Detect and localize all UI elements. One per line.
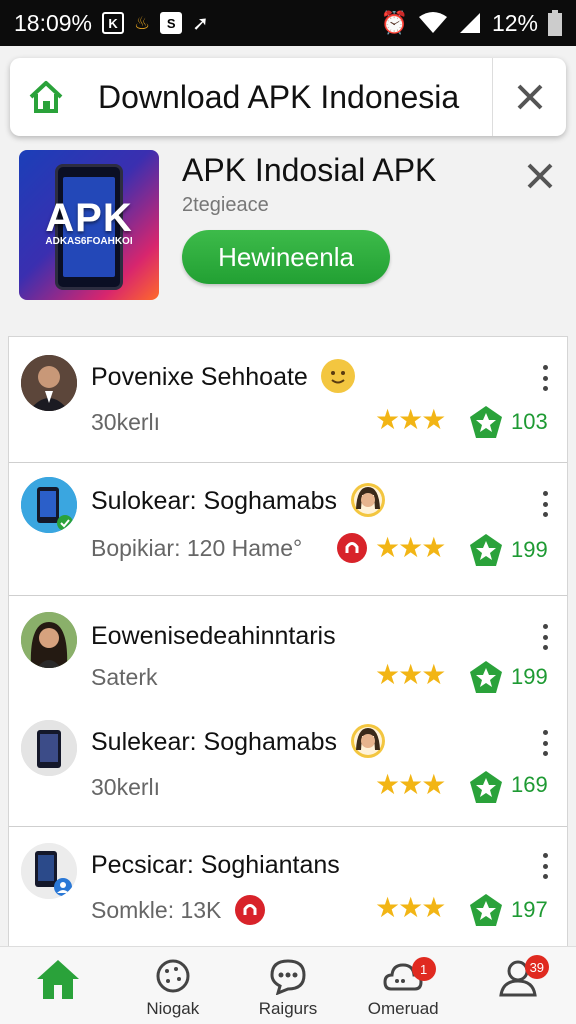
bottom-navigation: Niogak Raigurs 1 Omeruad 39 [0, 946, 576, 1024]
more-menu-button[interactable] [539, 853, 551, 879]
alarm-icon: ⏰ [380, 10, 408, 35]
list-item-title: Pecsicar: Soghiantans [91, 851, 340, 879]
phone-avatar [21, 477, 77, 533]
star-badge-icon [470, 771, 502, 803]
list-item-count: 199 [511, 537, 548, 562]
close-icon [527, 163, 553, 189]
no-entry-icon [235, 895, 265, 925]
list-item-subtitle: Saterk [91, 664, 158, 690]
more-menu-button[interactable] [539, 365, 551, 391]
rating-stars: ★★★ [375, 659, 446, 690]
search-title[interactable]: Download APK Indonesia [82, 79, 492, 116]
list-item-count: 197 [511, 897, 548, 922]
list-item-subtitle: Somkle: 13K [91, 897, 222, 923]
nav-omeruad-label: Omeruad [367, 999, 439, 1018]
list-item-count: 103 [511, 409, 548, 434]
rating-stars: ★★★ [375, 404, 446, 435]
smile-emoji [321, 359, 355, 393]
list-item-title: Sulokear: Soghamabs [91, 487, 337, 515]
list-item[interactable]: Sulokear: Soghamabs Bopikiar: 120 Hame° … [9, 463, 567, 595]
app-icon[interactable]: APK ADKAS6FOAHKOI [19, 150, 159, 300]
s-icon: S [160, 12, 183, 34]
notification-badge: 39 [524, 955, 549, 979]
more-menu-button[interactable] [539, 491, 551, 517]
media-icon: K [102, 12, 125, 34]
app-icon-sublabel: ADKAS6FOAHKOI [45, 236, 133, 247]
woman-avatar [21, 612, 77, 668]
close-icon [517, 84, 542, 110]
star-badge-icon [470, 534, 502, 566]
nav-profile[interactable]: 39 [461, 947, 576, 1024]
nav-niogak[interactable]: Niogak [115, 947, 230, 1024]
app-name: APK Indosial APK [182, 152, 437, 188]
nav-raigurs-label: Raigurs [258, 999, 318, 1018]
nav-niogak-label: Niogak [146, 999, 200, 1018]
app-developer[interactable]: 2tegieace [182, 194, 269, 217]
home-icon [29, 81, 63, 113]
list-item-title: Povenixe Sehhoate [91, 363, 308, 391]
app-icon-label: APK [45, 196, 133, 240]
list-item-title: Eowenisedeahinntaris [91, 622, 336, 650]
nav-omeruad[interactable]: 1 Omeruad [346, 947, 461, 1024]
status-time: 18:09% [14, 9, 93, 36]
wifi-icon [418, 12, 447, 33]
notification-badge: 1 [411, 957, 436, 981]
woman-emoji [351, 724, 385, 758]
rating-stars: ★★★ [375, 892, 446, 923]
search-bar[interactable]: Download APK Indonesia [10, 58, 566, 136]
cookie-icon [156, 959, 190, 993]
install-button[interactable]: Hewineenla [182, 230, 390, 284]
flame-icon: ♨ [134, 12, 151, 33]
list-item[interactable]: Eowenisedeahinntaris Saterk ★★★ 199 [9, 596, 567, 708]
list-item-subtitle: 30kerlı [91, 409, 161, 435]
battery-text: 12% [491, 9, 538, 36]
list-item[interactable]: Sulekear: Soghamabs 30kerlı ★★★ 169 [9, 708, 567, 826]
man-avatar [21, 355, 77, 411]
search-close-button[interactable] [492, 58, 566, 136]
nav-raigurs[interactable]: Raigurs [230, 947, 345, 1024]
woman-emoji [351, 483, 385, 517]
list-item[interactable]: Pecsicar: Soghiantans Somkle: 13K ★★★ 19… [9, 827, 567, 947]
home-icon [36, 960, 79, 999]
signal-icon [459, 13, 480, 33]
more-menu-button[interactable] [539, 624, 551, 650]
app-header: APK ADKAS6FOAHKOI APK Indosial APK 2tegi… [0, 146, 576, 328]
more-menu-button[interactable] [539, 730, 551, 756]
battery-icon [548, 10, 562, 36]
list-item-count: 169 [511, 772, 548, 797]
chat-icon [270, 959, 306, 995]
star-badge-icon [470, 894, 502, 926]
list-item-count: 199 [511, 664, 548, 689]
phone-avatar [21, 720, 77, 776]
no-entry-icon [337, 533, 367, 563]
list-item[interactable]: Povenixe Sehhoate 30kerlı ★★★ 103 [9, 337, 567, 463]
star-badge-icon [470, 406, 502, 438]
star-badge-icon [470, 661, 502, 693]
rating-stars: ★★★ [375, 532, 446, 563]
app-list: Povenixe Sehhoate 30kerlı ★★★ 103 Suloke… [8, 336, 568, 948]
status-bar: 18:09% K ♨ S ➚ ⏰ 12% [0, 0, 576, 46]
list-item-subtitle: Bopikiar: 120 Hame° [91, 535, 303, 561]
list-item-subtitle: 30kerlı [91, 774, 161, 800]
rating-stars: ★★★ [375, 769, 446, 800]
list-item-title: Sulekear: Soghamabs [91, 728, 337, 756]
phone-avatar [21, 843, 77, 899]
dismiss-button[interactable] [520, 156, 560, 196]
arrow-icon: ➚ [192, 12, 209, 35]
nav-home[interactable] [0, 947, 115, 1024]
home-button[interactable] [10, 79, 82, 115]
